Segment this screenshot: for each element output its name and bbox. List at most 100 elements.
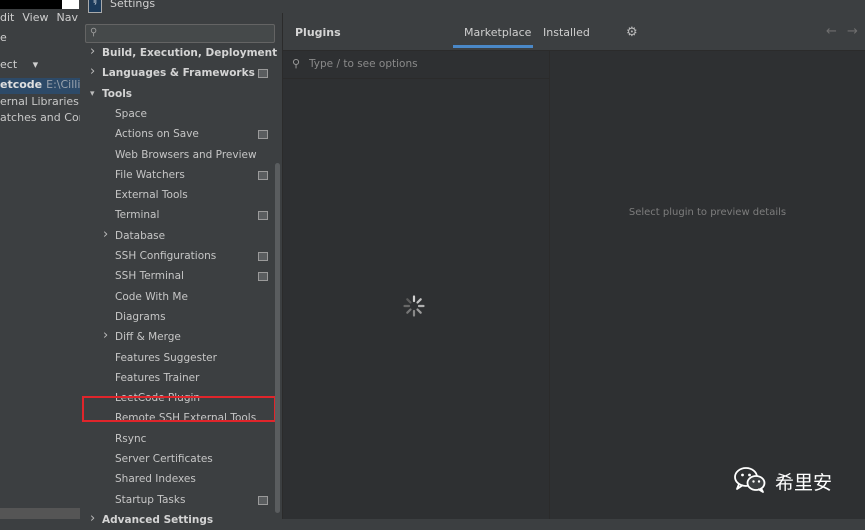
project-tree-scratches[interactable]: atches and Cons [0,111,80,127]
chevron-down-icon[interactable]: ▾ [90,89,95,99]
wechat-logo-icon [734,467,766,493]
chevron-right-icon[interactable]: › [90,511,95,526]
sidebar-item-label: Shared Indexes [115,473,196,486]
sidebar-item-ssh-configurations[interactable]: SSH Configurations [115,246,216,266]
arrow-right-icon[interactable]: → [847,24,858,39]
chevron-right-icon[interactable]: › [90,44,95,59]
project-settings-icon [258,170,268,180]
chevron-right-icon[interactable]: › [90,64,95,79]
project-tree-external-libraries[interactable]: ernal Libraries [0,95,80,111]
sidebar-item-label: Diagrams [115,310,166,323]
chevron-down-icon: ▾ [32,58,39,71]
project-settings-icon [258,252,268,261]
chevron-right-icon[interactable]: › [103,227,108,242]
sidebar-item-ssh-terminal[interactable]: SSH Terminal [115,266,184,286]
sidebar-item-label: SSH Configurations [115,250,217,262]
sidebar-item-label: Rsync [115,432,147,445]
sidebar-item-label: Build, Execution, Deployment [102,47,278,59]
sidebar-item-label: Server Certificates [115,453,213,465]
sidebar-item-database[interactable]: Database [115,226,165,246]
project-settings-icon [258,69,268,79]
sidebar-item-external-tools[interactable]: External Tools [115,185,188,205]
highlight-box [82,396,276,422]
sidebar-item-diff-merge[interactable]: Diff & Merge [115,327,181,347]
sidebar-item-actions-on-save[interactable]: Actions on Save [115,124,199,144]
ide-toolbar-white-strip [62,0,79,9]
menu-edit[interactable]: dit [0,11,14,24]
sidebar-item-web-browsers-and-preview[interactable]: Web Browsers and Preview [115,145,257,165]
plugins-panel: Plugins Marketplace Installed ⚙ ← → ⚲ Ty… [283,13,865,519]
sidebar-item-file-watchers[interactable]: File Watchers [115,165,185,185]
plugin-list: ⚲ [283,51,550,519]
project-settings-icon [258,130,268,140]
dialog-title: Settings [110,0,156,10]
project-settings-icon [258,272,268,282]
sidebar-item-label: Code With Me [115,290,188,303]
project-settings-icon [258,495,268,505]
dialog-titlebar[interactable]: IJ Settings [80,0,865,13]
sidebar-scrollbar[interactable] [275,163,280,513]
watermark-text: 希里安 [775,472,833,494]
sidebar-item-terminal[interactable]: Terminal [115,205,159,225]
menu-view[interactable]: View [22,11,48,24]
settings-dialog: IJ Settings ⚲ Build, Execution, Deployme… [80,0,865,526]
project-name: etcode [0,78,43,91]
project-view-label: ect [0,58,18,71]
page-title: Plugins [295,26,341,39]
settings-search-input[interactable]: ⚲ [85,24,275,43]
sidebar-item-label: Tools [102,87,133,100]
detail-placeholder-text: Select plugin to preview details [628,207,787,218]
sidebar-item-label: File Watchers [115,168,185,181]
project-tree-root[interactable]: etcodeE:\Cillian [0,78,80,94]
sidebar-item-build-execution-deployment[interactable]: Build, Execution, Deployment [102,43,277,63]
sidebar-item-label: Diff & Merge [115,331,181,344]
sidebar-item-label: External Tools [115,189,188,202]
ide-toolbar-black-strip [0,0,62,9]
sidebar-item-label: Terminal [115,209,160,222]
project-path: E:\Cillian [46,78,80,91]
ide-background-window: dit View Nav e ect ▾ etcodeE:\Cillian erna… [0,0,80,519]
plugin-detail-pane: Select plugin to preview details [550,51,865,519]
loading-spinner-icon [403,295,425,317]
sidebar-item-features-suggester[interactable]: Features Suggester [115,348,217,368]
arrow-left-icon[interactable]: ← [826,24,837,39]
ide-toolbar-row: e [0,31,80,49]
sidebar-item-label: Features Trainer [115,371,200,384]
sidebar-item-label: Database [115,229,166,242]
tab-installed[interactable]: Installed [543,26,590,48]
sidebar-item-label: Features Suggester [115,351,217,364]
search-icon: ⚲ [90,27,98,38]
chevron-right-icon[interactable]: › [103,328,108,343]
sidebar-item-label: Web Browsers and Preview [115,148,257,161]
sidebar-item-features-trainer[interactable]: Features Trainer [115,368,199,388]
sidebar-item-languages-frameworks[interactable]: Languages & Frameworks [102,63,255,83]
ide-toolbar-text: e [0,31,7,44]
project-settings-icon [258,211,268,221]
sidebar-item-label: Advanced Settings [102,513,214,526]
project-view-selector[interactable]: ect ▾ [0,58,80,74]
sidebar-item-label: SSH Terminal [115,270,184,283]
sidebar-item-label: Actions on Save [115,128,199,141]
plugin-search-bar: ⚲ [283,51,549,79]
sidebar-item-advanced-settings[interactable]: Advanced Settings [102,510,213,530]
sidebar-item-tools[interactable]: Tools [102,84,132,104]
sidebar-item-server-certificates[interactable]: Server Certificates [115,449,213,469]
ide-statusbar [0,508,80,519]
menu-navigate[interactable]: Nav [56,11,77,24]
sidebar-item-label: Languages & Frameworks [102,67,255,80]
sidebar-item-diagrams[interactable]: Diagrams [115,307,166,327]
sidebar-item-shared-indexes[interactable]: Shared Indexes [115,469,196,489]
search-icon: ⚲ [292,57,301,70]
plugin-search-input[interactable] [309,56,539,72]
ide-menu-bar: dit View Nav [0,11,80,29]
sidebar-item-space[interactable]: Space [115,104,147,124]
gear-icon[interactable]: ⚙ [626,25,638,40]
app-logo-icon: IJ [88,0,102,13]
sidebar-item-startup-tasks[interactable]: Startup Tasks [115,490,185,510]
settings-sidebar: ⚲ Build, Execution, Deployment › Languages… [80,13,283,526]
active-tab-indicator [453,45,533,48]
sidebar-item-label: Startup Tasks [115,493,186,506]
sidebar-item-label: Space [115,107,147,120]
sidebar-item-rsync[interactable]: Rsync [115,429,146,449]
sidebar-item-code-with-me[interactable]: Code With Me [115,287,188,307]
